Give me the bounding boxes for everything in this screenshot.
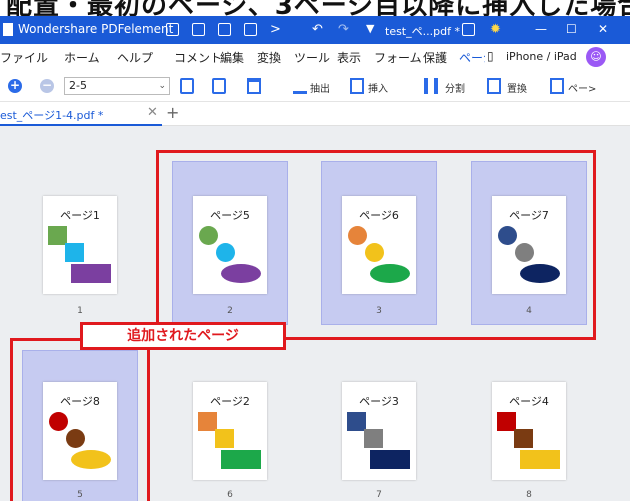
app-name: Wondershare PDFelement <box>18 22 174 36</box>
page-thumbnail-6[interactable]: ページ2 <box>193 382 267 480</box>
page-range-value: 2-5 <box>69 79 87 92</box>
page-thumbnail-7[interactable]: ページ3 <box>342 382 416 480</box>
tab-close-icon[interactable]: ✕ <box>147 105 158 120</box>
menu-home[interactable]: ホーム <box>64 49 100 66</box>
maximize-button[interactable]: ☐ <box>566 22 577 36</box>
dropdown-icon[interactable]: ▼ <box>366 22 374 35</box>
document-name: test_ペ...pdf * <box>385 25 460 38</box>
chevron-down-icon[interactable]: ⌄ <box>158 78 166 94</box>
menu-edit[interactable]: 編集 <box>220 49 244 66</box>
redo-icon[interactable]: ↷ <box>338 22 349 37</box>
split-icon[interactable] <box>424 78 438 94</box>
zoom-in-icon[interactable]: + <box>8 79 22 93</box>
page-thumbnail-area: ページ1 1 ページ5 2 ページ6 3 ページ7 4 ページ8 5 ページ2 <box>0 126 630 501</box>
brown-square-shape <box>514 429 533 448</box>
menu-file[interactable]: ファイル <box>0 49 48 66</box>
page-number-1: 1 <box>77 306 83 316</box>
display-mode-icon[interactable] <box>462 23 475 36</box>
app-logo-icon <box>3 23 13 36</box>
menu-bar: ファイル ホーム ヘルプ コメント 編集 変換 ツール 表示 フォーム 保護 ペ… <box>0 44 630 70</box>
green-rect-shape <box>221 450 261 469</box>
page-range-input[interactable]: 2-5 ⌄ <box>64 77 170 95</box>
added-pages-highlight-box-bottom <box>10 338 150 501</box>
page-title-6: ページ2 <box>210 395 250 408</box>
undo-icon[interactable]: ↶ <box>312 22 323 37</box>
extract-icon[interactable] <box>293 78 307 94</box>
cropped-heading-banner: 配置・最初のページ、3ページ目以降に挿入した場合 <box>0 0 630 16</box>
replace-icon[interactable] <box>487 78 501 94</box>
page-thumbnail-8[interactable]: ページ4 <box>492 382 566 480</box>
rotate-left-icon[interactable] <box>180 78 194 94</box>
yellow-rect-shape <box>520 450 560 469</box>
insert-icon[interactable] <box>350 78 364 94</box>
split-button[interactable]: 分割 <box>445 80 465 95</box>
added-pages-highlight-box-top <box>156 150 596 340</box>
rotate-right-icon[interactable] <box>212 78 226 94</box>
replace-button[interactable]: 置換 <box>507 80 527 95</box>
menu-convert[interactable]: 変換 <box>257 49 281 66</box>
minimize-button[interactable]: — <box>535 22 547 36</box>
close-button[interactable]: ✕ <box>598 22 608 36</box>
document-tab[interactable]: est_ページ1-4.pdf * ✕ <box>0 102 162 126</box>
menu-tools[interactable]: ツール <box>294 49 330 66</box>
delete-icon[interactable] <box>247 78 261 94</box>
menu-form[interactable]: フォーム <box>374 49 422 66</box>
page-thumbnail-1[interactable]: ページ1 <box>43 196 117 294</box>
device-icon[interactable]: ▯ <box>487 49 494 63</box>
document-tab-bar: est_ページ1-4.pdf * ✕ + <box>0 102 630 126</box>
page-number-8: 8 <box>526 490 532 500</box>
page-toolbar: + − 2-5 ⌄ 抽出 挿入 分割 置換 ペー> <box>0 70 630 102</box>
zoom-out-icon[interactable]: − <box>40 79 54 93</box>
menu-device[interactable]: iPhone / iPad <box>506 50 577 63</box>
theme-sun-icon[interactable]: ✹ <box>490 22 501 37</box>
page-title-1: ページ1 <box>60 209 100 222</box>
page-number-6: 6 <box>227 490 233 500</box>
extract-button[interactable]: 抽出 <box>310 80 330 95</box>
user-avatar[interactable]: ☺ <box>586 47 606 67</box>
menu-view[interactable]: 表示 <box>337 49 361 66</box>
page-title-8: ページ4 <box>509 395 549 408</box>
blue-square-shape <box>65 243 84 262</box>
page-number-7: 7 <box>376 490 382 500</box>
menu-help[interactable]: ヘルプ <box>117 49 153 66</box>
page-more-button[interactable]: ペー> <box>568 80 596 95</box>
insert-button[interactable]: 挿入 <box>368 80 388 95</box>
gray-square-shape <box>364 429 383 448</box>
mail-icon[interactable] <box>218 23 231 36</box>
added-pages-callout: 追加されたページ <box>80 322 286 350</box>
save-icon[interactable] <box>192 23 205 36</box>
print-icon[interactable] <box>244 23 257 36</box>
add-tab-icon[interactable]: + <box>166 103 179 122</box>
purple-rect-shape <box>71 264 111 283</box>
menu-page[interactable]: ページ <box>459 49 485 66</box>
menu-protect[interactable]: 保護 <box>423 49 447 66</box>
share-icon[interactable]: > <box>270 22 281 37</box>
yellow-square-shape <box>215 429 234 448</box>
page-title-7: ページ3 <box>359 395 399 408</box>
dark-blue-rect-shape <box>370 450 410 469</box>
folder-icon[interactable] <box>166 23 179 36</box>
menu-comment[interactable]: コメント <box>174 49 222 66</box>
tab-label: est_ページ1-4.pdf * <box>0 109 104 122</box>
title-bar: Wondershare PDFelement > ↶ ↷ ▼ test_ペ...… <box>0 16 630 44</box>
banner-text: 配置・最初のページ、3ページ目以降に挿入した場合 <box>6 0 630 16</box>
page-more-icon[interactable] <box>550 78 564 94</box>
